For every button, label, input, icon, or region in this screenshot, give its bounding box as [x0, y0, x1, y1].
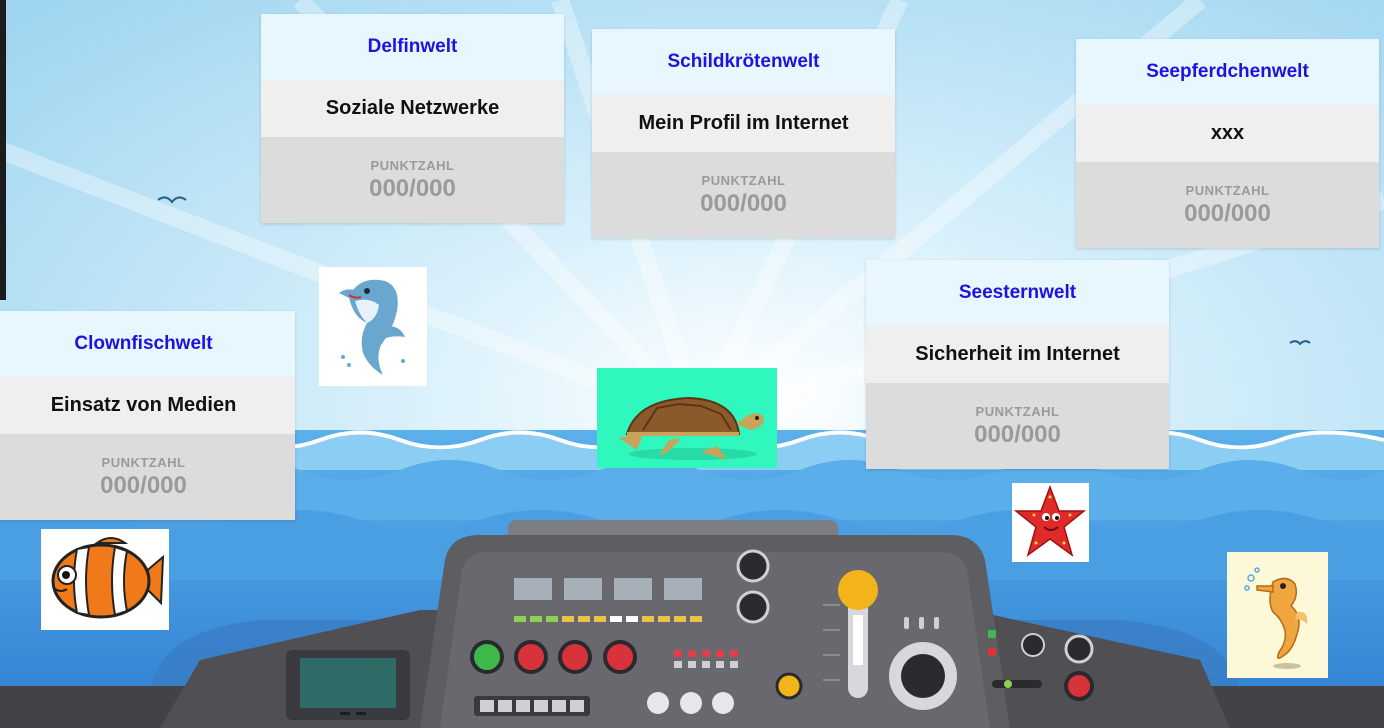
world-topic: xxx	[1076, 105, 1379, 162]
dolphin-icon[interactable]	[319, 267, 427, 386]
red-button	[514, 640, 548, 674]
world-score: PUNKTZAHL 000/000	[261, 137, 564, 223]
world-score: PUNKTZAHL 000/000	[592, 152, 895, 238]
red-button	[558, 640, 592, 674]
world-topic: Mein Profil im Internet	[592, 95, 895, 152]
world-title: Seepferdchenwelt	[1076, 39, 1379, 105]
world-title: Seesternwelt	[866, 260, 1169, 326]
world-title: Delfinwelt	[261, 14, 564, 80]
score-value: 000/000	[700, 189, 787, 217]
score-label: PUNKTZAHL	[101, 454, 186, 470]
world-card-clownfischwelt[interactable]: Clownfischwelt Einsatz von Medien PUNKTZ…	[0, 311, 295, 520]
world-score: PUNKTZAHL 000/000	[866, 383, 1169, 469]
world-topic: Sicherheit im Internet	[866, 326, 1169, 383]
starfish-icon[interactable]	[1012, 483, 1089, 562]
world-card-seepferdchenwelt[interactable]: Seepferdchenwelt xxx PUNKTZAHL 000/000	[1076, 39, 1379, 248]
world-score: PUNKTZAHL 000/000	[0, 434, 295, 520]
knob	[736, 590, 770, 624]
world-score: PUNKTZAHL 000/000	[1076, 162, 1379, 248]
score-value: 000/000	[100, 471, 187, 499]
score-value: 000/000	[1184, 199, 1271, 227]
world-card-delfinwelt[interactable]: Delfinwelt Soziale Netzwerke PUNKTZAHL 0…	[261, 14, 564, 223]
score-value: 000/000	[369, 174, 456, 202]
clownfish-icon[interactable]	[41, 529, 169, 630]
score-value: 000/000	[974, 420, 1061, 448]
world-card-schildkroetenwelt[interactable]: Schildkrötenwelt Mein Profil im Internet…	[592, 29, 895, 238]
seahorse-icon[interactable]	[1227, 552, 1328, 678]
score-label: PUNKTZAHL	[701, 172, 786, 188]
turtle-icon[interactable]	[597, 368, 777, 468]
red-button	[1064, 671, 1094, 701]
red-button	[603, 640, 637, 674]
score-label: PUNKTZAHL	[975, 403, 1060, 419]
knob	[736, 549, 770, 583]
green-button	[470, 640, 504, 674]
world-card-seesternwelt[interactable]: Seesternwelt Sicherheit im Internet PUNK…	[866, 260, 1169, 469]
world-title: Schildkrötenwelt	[592, 29, 895, 95]
score-label: PUNKTZAHL	[370, 157, 455, 173]
world-title: Clownfischwelt	[0, 311, 295, 377]
score-label: PUNKTZAHL	[1185, 182, 1270, 198]
world-topic: Soziale Netzwerke	[261, 80, 564, 137]
world-topic: Einsatz von Medien	[0, 377, 295, 434]
